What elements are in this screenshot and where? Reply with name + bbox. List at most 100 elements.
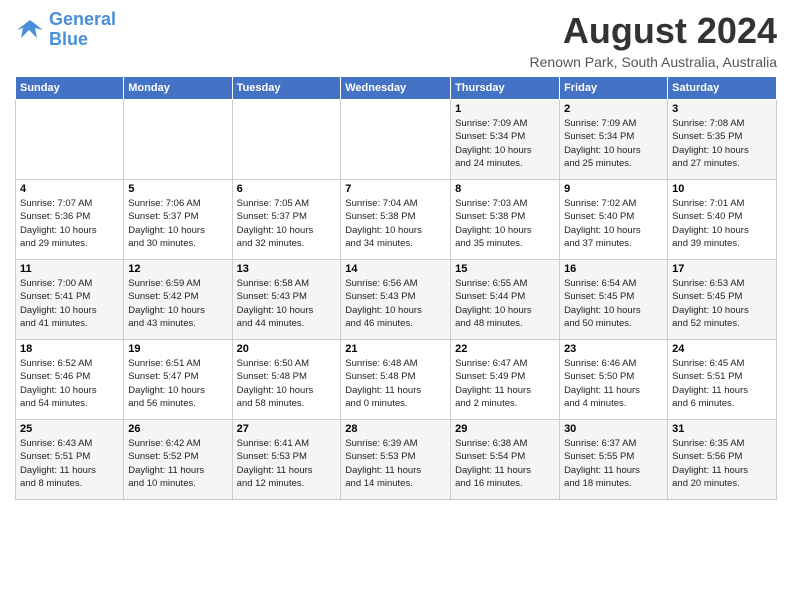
- week-row-3: 11 Sunrise: 7:00 AM Sunset: 5:41 PM Dayli…: [16, 260, 777, 340]
- day-number: 5: [128, 183, 227, 195]
- day-number: 8: [455, 183, 555, 195]
- day-cell: 29 Sunrise: 6:38 AM Sunset: 5:54 PM Dayli…: [451, 420, 560, 500]
- day-number: 7: [345, 183, 446, 195]
- col-header-sunday: Sunday: [16, 77, 124, 100]
- week-row-1: 1Sunrise: 7:09 AM Sunset: 5:34 PM Daylig…: [16, 100, 777, 180]
- day-cell: 3Sunrise: 7:08 AM Sunset: 5:35 PM Daylig…: [668, 100, 777, 180]
- day-info: Sunrise: 7:06 AM Sunset: 5:37 PM Dayligh…: [128, 197, 227, 250]
- day-cell: 23 Sunrise: 6:46 AM Sunset: 5:50 PM Dayli…: [560, 340, 668, 420]
- day-cell: 9 Sunrise: 7:02 AM Sunset: 5:40 PM Daylig…: [560, 180, 668, 260]
- day-number: 2: [564, 103, 663, 115]
- day-number: 31: [672, 423, 772, 435]
- day-cell: 25Sunrise: 6:43 AM Sunset: 5:51 PM Dayli…: [16, 420, 124, 500]
- day-number: 22: [455, 343, 555, 355]
- day-number: 21: [345, 343, 446, 355]
- logo-icon: [15, 18, 45, 42]
- day-cell: 1Sunrise: 7:09 AM Sunset: 5:34 PM Daylig…: [451, 100, 560, 180]
- day-cell: 8 Sunrise: 7:03 AM Sunset: 5:38 PM Daylig…: [451, 180, 560, 260]
- day-info: Sunrise: 6:46 AM Sunset: 5:50 PM Dayligh…: [564, 357, 663, 410]
- day-info: Sunrise: 7:07 AM Sunset: 5:36 PM Dayligh…: [20, 197, 119, 250]
- day-number: 20: [237, 343, 337, 355]
- day-info: Sunrise: 7:04 AM Sunset: 5:38 PM Dayligh…: [345, 197, 446, 250]
- page-header: General Blue August 2024 Renown Park, So…: [15, 10, 777, 70]
- day-info: Sunrise: 7:03 AM Sunset: 5:38 PM Dayligh…: [455, 197, 555, 250]
- month-title: August 2024: [530, 10, 777, 52]
- day-info: Sunrise: 6:48 AM Sunset: 5:48 PM Dayligh…: [345, 357, 446, 410]
- day-number: 28: [345, 423, 446, 435]
- day-cell: 18 Sunrise: 6:52 AM Sunset: 5:46 PM Dayli…: [16, 340, 124, 420]
- day-info: Sunrise: 6:39 AM Sunset: 5:53 PM Dayligh…: [345, 437, 446, 490]
- col-header-friday: Friday: [560, 77, 668, 100]
- col-header-wednesday: Wednesday: [341, 77, 451, 100]
- day-info: Sunrise: 6:45 AM Sunset: 5:51 PM Dayligh…: [672, 357, 772, 410]
- week-row-5: 25Sunrise: 6:43 AM Sunset: 5:51 PM Dayli…: [16, 420, 777, 500]
- day-number: 13: [237, 263, 337, 275]
- day-info: Sunrise: 6:35 AM Sunset: 5:56 PM Dayligh…: [672, 437, 772, 490]
- logo-text: General Blue: [49, 10, 116, 50]
- day-cell: 14Sunrise: 6:56 AM Sunset: 5:43 PM Dayli…: [341, 260, 451, 340]
- day-info: Sunrise: 6:52 AM Sunset: 5:46 PM Dayligh…: [20, 357, 119, 410]
- day-number: 29: [455, 423, 555, 435]
- day-cell: 28 Sunrise: 6:39 AM Sunset: 5:53 PM Dayli…: [341, 420, 451, 500]
- day-cell: 13Sunrise: 6:58 AM Sunset: 5:43 PM Dayli…: [232, 260, 341, 340]
- day-cell: [16, 100, 124, 180]
- day-info: Sunrise: 7:02 AM Sunset: 5:40 PM Dayligh…: [564, 197, 663, 250]
- day-number: 27: [237, 423, 337, 435]
- day-cell: 10Sunrise: 7:01 AM Sunset: 5:40 PM Dayli…: [668, 180, 777, 260]
- header-row: SundayMondayTuesdayWednesdayThursdayFrid…: [16, 77, 777, 100]
- day-info: Sunrise: 7:08 AM Sunset: 5:35 PM Dayligh…: [672, 117, 772, 170]
- day-cell: 19 Sunrise: 6:51 AM Sunset: 5:47 PM Dayli…: [124, 340, 232, 420]
- day-cell: 30 Sunrise: 6:37 AM Sunset: 5:55 PM Dayli…: [560, 420, 668, 500]
- day-info: Sunrise: 6:51 AM Sunset: 5:47 PM Dayligh…: [128, 357, 227, 410]
- day-info: Sunrise: 6:47 AM Sunset: 5:49 PM Dayligh…: [455, 357, 555, 410]
- day-number: 30: [564, 423, 663, 435]
- day-info: Sunrise: 6:50 AM Sunset: 5:48 PM Dayligh…: [237, 357, 337, 410]
- col-header-thursday: Thursday: [451, 77, 560, 100]
- day-info: Sunrise: 6:55 AM Sunset: 5:44 PM Dayligh…: [455, 277, 555, 330]
- day-cell: 15Sunrise: 6:55 AM Sunset: 5:44 PM Dayli…: [451, 260, 560, 340]
- day-number: 1: [455, 103, 555, 115]
- logo: General Blue: [15, 10, 116, 50]
- calendar-table: SundayMondayTuesdayWednesdayThursdayFrid…: [15, 76, 777, 500]
- day-number: 23: [564, 343, 663, 355]
- day-info: Sunrise: 6:37 AM Sunset: 5:55 PM Dayligh…: [564, 437, 663, 490]
- day-cell: 2Sunrise: 7:09 AM Sunset: 5:34 PM Daylig…: [560, 100, 668, 180]
- day-cell: 24 Sunrise: 6:45 AM Sunset: 5:51 PM Dayli…: [668, 340, 777, 420]
- day-cell: 27 Sunrise: 6:41 AM Sunset: 5:53 PM Dayli…: [232, 420, 341, 500]
- day-cell: 6 Sunrise: 7:05 AM Sunset: 5:37 PM Daylig…: [232, 180, 341, 260]
- location: Renown Park, South Australia, Australia: [530, 54, 777, 70]
- day-number: 6: [237, 183, 337, 195]
- day-info: Sunrise: 7:00 AM Sunset: 5:41 PM Dayligh…: [20, 277, 119, 330]
- day-number: 18: [20, 343, 119, 355]
- day-info: Sunrise: 7:01 AM Sunset: 5:40 PM Dayligh…: [672, 197, 772, 250]
- day-number: 4: [20, 183, 119, 195]
- day-cell: 31 Sunrise: 6:35 AM Sunset: 5:56 PM Dayli…: [668, 420, 777, 500]
- day-cell: 17Sunrise: 6:53 AM Sunset: 5:45 PM Dayli…: [668, 260, 777, 340]
- day-cell: 21 Sunrise: 6:48 AM Sunset: 5:48 PM Dayli…: [341, 340, 451, 420]
- day-number: 19: [128, 343, 227, 355]
- day-info: Sunrise: 6:59 AM Sunset: 5:42 PM Dayligh…: [128, 277, 227, 330]
- day-info: Sunrise: 6:41 AM Sunset: 5:53 PM Dayligh…: [237, 437, 337, 490]
- day-cell: [341, 100, 451, 180]
- day-number: 9: [564, 183, 663, 195]
- day-cell: 20 Sunrise: 6:50 AM Sunset: 5:48 PM Dayli…: [232, 340, 341, 420]
- day-cell: 4 Sunrise: 7:07 AM Sunset: 5:36 PM Daylig…: [16, 180, 124, 260]
- day-info: Sunrise: 6:42 AM Sunset: 5:52 PM Dayligh…: [128, 437, 227, 490]
- day-cell: 22 Sunrise: 6:47 AM Sunset: 5:49 PM Dayli…: [451, 340, 560, 420]
- col-header-monday: Monday: [124, 77, 232, 100]
- day-number: 11: [20, 263, 119, 275]
- col-header-tuesday: Tuesday: [232, 77, 341, 100]
- col-header-saturday: Saturday: [668, 77, 777, 100]
- day-number: 24: [672, 343, 772, 355]
- day-number: 25: [20, 423, 119, 435]
- day-info: Sunrise: 6:38 AM Sunset: 5:54 PM Dayligh…: [455, 437, 555, 490]
- week-row-2: 4 Sunrise: 7:07 AM Sunset: 5:36 PM Daylig…: [16, 180, 777, 260]
- day-cell: 16Sunrise: 6:54 AM Sunset: 5:45 PM Dayli…: [560, 260, 668, 340]
- day-cell: 7 Sunrise: 7:04 AM Sunset: 5:38 PM Daylig…: [341, 180, 451, 260]
- day-cell: [232, 100, 341, 180]
- day-number: 16: [564, 263, 663, 275]
- day-cell: [124, 100, 232, 180]
- day-info: Sunrise: 6:56 AM Sunset: 5:43 PM Dayligh…: [345, 277, 446, 330]
- day-cell: 5 Sunrise: 7:06 AM Sunset: 5:37 PM Daylig…: [124, 180, 232, 260]
- day-info: Sunrise: 7:05 AM Sunset: 5:37 PM Dayligh…: [237, 197, 337, 250]
